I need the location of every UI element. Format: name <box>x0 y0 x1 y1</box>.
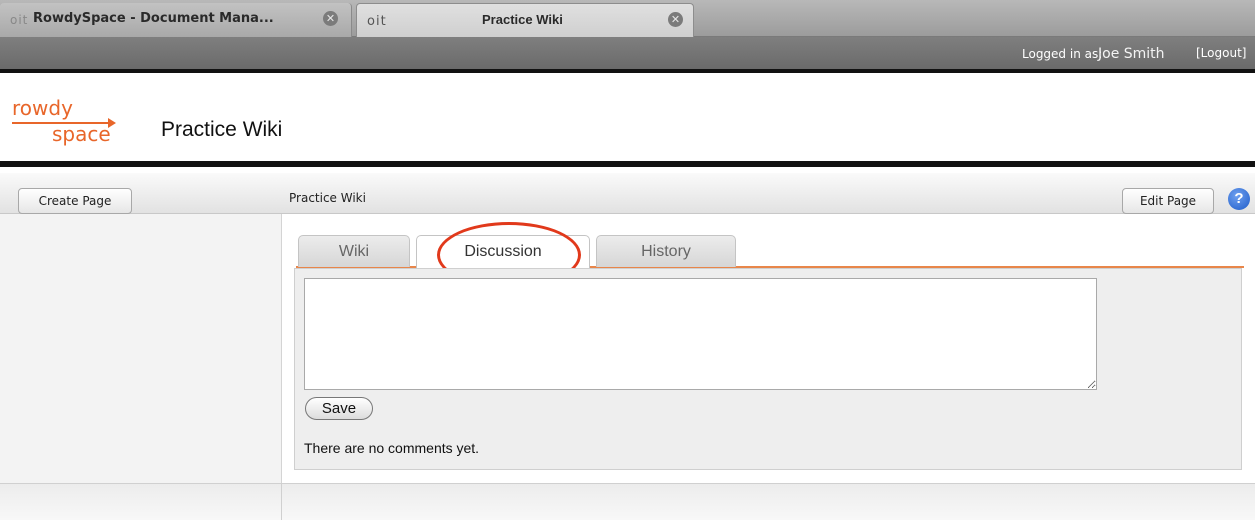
close-tab-icon[interactable]: ✕ <box>668 12 683 27</box>
logo-text-bottom: space <box>52 122 111 146</box>
save-button[interactable]: Save <box>305 397 373 420</box>
page-toolbar <box>0 173 1255 214</box>
user-name: Joe Smith <box>1098 46 1165 62</box>
logout-link[interactable]: [Logout] <box>1196 46 1246 60</box>
rowdyspace-logo[interactable]: rowdy space <box>12 96 122 156</box>
no-comments-message: There are no comments yet. <box>304 440 480 456</box>
logged-in-label: Logged in as: <box>1022 47 1103 61</box>
footer-divider <box>281 483 282 520</box>
comment-textarea[interactable] <box>304 278 1097 390</box>
close-tab-icon[interactable]: ✕ <box>323 11 338 26</box>
browser-tab-strip: oit RowdySpace - Document Mana... ✕ oit … <box>0 0 1255 37</box>
breadcrumb: Practice Wiki <box>289 191 366 205</box>
browser-tab-title: RowdySpace - Document Mana... <box>33 11 274 26</box>
login-bar: Logged in as: Joe Smith [Logout] <box>0 37 1255 73</box>
help-icon[interactable]: ? <box>1228 188 1250 210</box>
footer-strip <box>0 483 1255 520</box>
browser-tab-rowdyspace[interactable]: oit RowdySpace - Document Mana... ✕ <box>0 3 352 37</box>
edit-page-button[interactable]: Edit Page <box>1122 188 1214 214</box>
oit-favicon-icon: oit <box>367 14 387 29</box>
tab-history[interactable]: History <box>596 235 736 267</box>
logo-text-top: rowdy <box>12 96 73 120</box>
tab-wiki[interactable]: Wiki <box>298 235 410 267</box>
site-header: rowdy space Practice Wiki <box>0 77 1255 167</box>
browser-tab-title: Practice Wiki <box>482 12 563 27</box>
oit-favicon-icon: oit <box>10 13 29 27</box>
browser-tab-practice-wiki[interactable]: oit Practice Wiki ✕ <box>356 3 694 37</box>
create-page-button[interactable]: Create Page <box>18 188 132 214</box>
page-title: Practice Wiki <box>161 118 283 141</box>
left-sidebar <box>0 173 282 520</box>
